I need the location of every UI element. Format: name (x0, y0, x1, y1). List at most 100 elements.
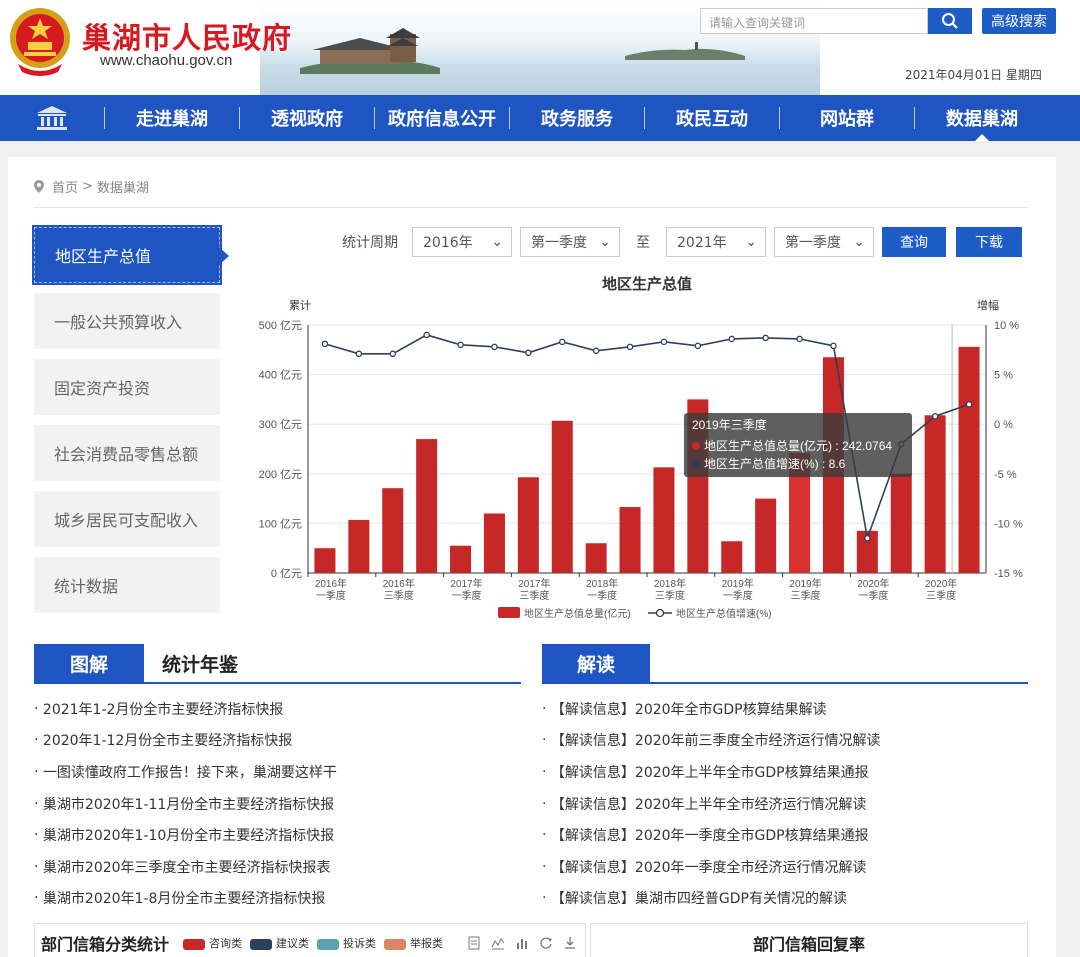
legend-report[interactable]: 举报类 (384, 935, 443, 951)
advanced-search-button[interactable]: 高级搜索 (982, 8, 1056, 34)
list-item[interactable]: · 巢湖市2020年1-11月份全市主要经济指标快报 (34, 788, 521, 820)
query-button[interactable]: 查询 (882, 227, 946, 257)
sidebar-item-statistics[interactable]: 统计数据 (34, 557, 220, 613)
mailbox-stats-title: 部门信箱分类统计 (41, 935, 170, 954)
search-button[interactable] (928, 8, 972, 34)
gdp-chart: 地区生产总值累计 增幅 0 亿元 100 亿元 200 亿元 300 亿元 400 亿元 50… (259, 275, 1023, 620)
list-item[interactable]: · 巢湖市2020年三季度全市主要经济指标快报表 (34, 851, 521, 883)
tab-graphic[interactable]: 图解 (34, 644, 144, 682)
list-item[interactable]: · 【解读信息】2020年前三季度全市经济运行情况解读 (542, 725, 1028, 757)
legend-complaint[interactable]: 投诉类 (317, 935, 376, 951)
bar (517, 477, 539, 573)
search-input[interactable]: 请输入查询关键词 (700, 8, 928, 34)
list-item[interactable]: · 【解读信息】2020年一季度全市经济运行情况解读 (542, 851, 1028, 883)
list-item[interactable]: · 【解读信息】2020年一季度全市GDP核算结果通报 (542, 819, 1028, 851)
nav-item-toushi[interactable]: 透视政府 (240, 95, 374, 141)
tab-interpret[interactable]: 解读 (542, 644, 650, 682)
growth-point (762, 334, 769, 342)
sidebar-item-disposable-income[interactable]: 城乡居民可支配收入 (34, 491, 220, 547)
restore-icon[interactable] (539, 936, 553, 950)
breadcrumb-home[interactable]: 首页 (52, 177, 78, 196)
list-item-link[interactable]: 【解读信息】2020年全市GDP核算结果解读 (551, 699, 827, 719)
list-item[interactable]: · 【解读信息】2020年上半年全市GDP核算结果通报 (542, 756, 1028, 788)
list-item-link[interactable]: 【解读信息】2020年一季度全市经济运行情况解读 (551, 857, 867, 877)
bar (653, 467, 675, 573)
download-button[interactable]: 下载 (956, 227, 1022, 257)
tab-yearbook[interactable]: 统计年鉴 (144, 644, 238, 682)
x-tick-label: 一季度 (587, 589, 617, 602)
nav-item-xinxi[interactable]: 政府信息公开 (375, 95, 509, 141)
list-item-link[interactable]: 【解读信息】巢湖市四经普GDP有关情况的解读 (551, 888, 847, 908)
growth-point (864, 535, 871, 542)
list-item-link[interactable]: 巢湖市2020年1-10月份全市主要经济指标快报 (43, 825, 334, 845)
x-tick-label: 2018年 (654, 577, 686, 590)
sidebar-item-budget-revenue[interactable]: 一般公共预算收入 (34, 293, 220, 349)
list-item-link[interactable]: 2021年1-2月份全市主要经济指标快报 (43, 699, 284, 719)
tooltip-marker (692, 460, 700, 468)
start-year-value: 2016年 (423, 235, 473, 251)
bar (890, 473, 912, 573)
x-tick-label: 2019年 (722, 577, 754, 590)
list-item[interactable]: · 2021年1-2月份全市主要经济指标快报 (34, 693, 521, 725)
left-axis-title: 累计 (289, 299, 311, 312)
legend-suggest[interactable]: 建议类 (250, 935, 309, 951)
interpret-tabbar: 解读 (542, 644, 1028, 684)
building-icon (37, 106, 67, 130)
left-tick-label: 200 亿元 (259, 468, 302, 481)
line-chart-icon[interactable] (491, 936, 505, 950)
list-item-link[interactable]: 巢湖市2020年1-11月份全市主要经济指标快报 (43, 794, 334, 814)
legend-suggest-label: 建议类 (276, 937, 310, 950)
list-item-link[interactable]: 【解读信息】2020年上半年全市经济运行情况解读 (551, 794, 867, 814)
save-image-icon[interactable] (563, 936, 577, 950)
bar (551, 420, 573, 573)
nav-item-zoujin[interactable]: 走进巢湖 (105, 95, 239, 141)
x-tick-label: 2017年 (450, 577, 482, 590)
start-year-select[interactable]: 2016年 ⌄ (412, 227, 512, 257)
list-item[interactable]: · 【解读信息】2020年上半年全市经济运行情况解读 (542, 788, 1028, 820)
legend-complaint-label: 投诉类 (343, 937, 377, 950)
breadcrumb-current[interactable]: 数据巢湖 (97, 177, 149, 196)
nav-item-zhengwu[interactable]: 政务服务 (510, 95, 644, 141)
graphic-tabbar: 图解 统计年鉴 (34, 644, 521, 684)
list-item-link[interactable]: 巢湖市2020年三季度全市主要经济指标快报表 (43, 857, 331, 877)
list-item-link[interactable]: 2020年1-12月份全市主要经济指标快报 (43, 730, 292, 750)
list-item[interactable]: · 一图读懂政府工作报告！接下来，巢湖要这样干 (34, 756, 521, 788)
list-item-link[interactable]: 【解读信息】2020年上半年全市GDP核算结果通报 (551, 762, 869, 782)
list-item[interactable]: · 2020年1-12月份全市主要经济指标快报 (34, 725, 521, 757)
list-item-link[interactable]: 【解读信息】2020年一季度全市GDP核算结果通报 (551, 825, 869, 845)
nav-item-shuju[interactable]: 数据巢湖 (915, 95, 1049, 141)
growth-point (491, 343, 498, 351)
list-item-link[interactable]: 一图读懂政府工作报告！接下来，巢湖要这样干 (43, 762, 337, 782)
sidebar-item-fixed-investment[interactable]: 固定资产投资 (34, 359, 220, 415)
growth-point (457, 341, 464, 349)
list-item-link[interactable]: 巢湖市2020年1-8月份全市主要经济指标快报 (43, 888, 326, 908)
end-year-select[interactable]: 2021年 ⌄ (666, 227, 766, 257)
legend-swatch (384, 938, 407, 950)
bar (416, 439, 438, 573)
chart-title: 地区生产总值 (602, 275, 692, 293)
nav-item-wangzhanqun[interactable]: 网站群 (780, 95, 914, 141)
data-view-icon[interactable] (467, 936, 481, 950)
list-item-link[interactable]: 【解读信息】2020年前三季度全市经济运行情况解读 (551, 730, 881, 750)
start-quarter-select[interactable]: 第一季度 ⌄ (520, 227, 620, 257)
end-quarter-select[interactable]: 第一季度 ⌄ (774, 227, 874, 257)
legend-bar-label: 地区生产总值总量(亿元) (524, 607, 631, 620)
nav-item-hudong[interactable]: 政民互动 (645, 95, 779, 141)
active-indicator (975, 134, 989, 141)
x-tick-label: 一季度 (316, 589, 346, 602)
legend-consult[interactable]: 咨询类 (183, 935, 242, 951)
list-item[interactable]: · 巢湖市2020年1-10月份全市主要经济指标快报 (34, 819, 521, 851)
bar (348, 519, 370, 573)
filter-bar: 统计周期 2016年 ⌄ 第一季度 ⌄ 至 2021年 ⌄ 第一季度 ⌄ 查询 … (342, 227, 1022, 257)
list-item[interactable]: · 巢湖市2020年1-8月份全市主要经济指标快报 (34, 883, 521, 915)
sidebar-item-retail-sales[interactable]: 社会消费品零售总额 (34, 425, 220, 481)
x-tick-label: 三季度 (655, 589, 685, 602)
sidebar-item-gdp[interactable]: 地区生产总值 (32, 225, 229, 285)
bar-chart-icon[interactable] (515, 936, 529, 950)
nav-home[interactable] (0, 95, 104, 141)
nav-item-label: 数据巢湖 (946, 109, 1018, 130)
list-item[interactable]: · 【解读信息】巢湖市四经普GDP有关情况的解读 (542, 883, 1028, 915)
interpret-list: · 【解读信息】2020年全市GDP核算结果解读 · 【解读信息】2020年前三… (542, 693, 1028, 914)
list-item[interactable]: · 【解读信息】2020年全市GDP核算结果解读 (542, 693, 1028, 725)
left-tick-label: 0 亿元 (271, 567, 302, 580)
